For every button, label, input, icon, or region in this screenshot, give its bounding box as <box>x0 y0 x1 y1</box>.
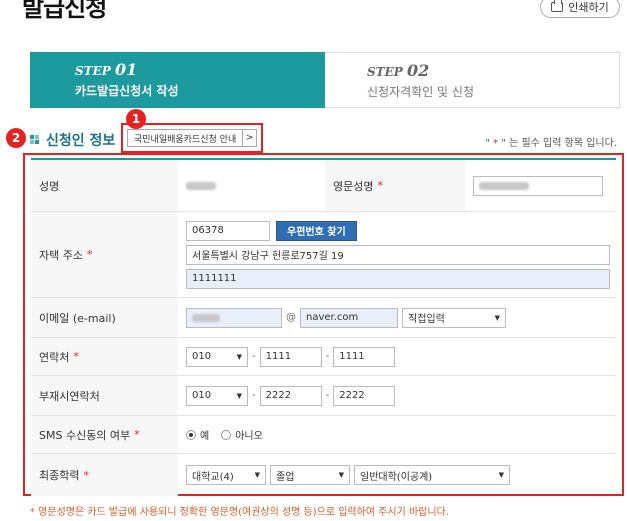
form-highlight-box: 성명 영문성명 * 자택 주소 * 06378 우편번호 찾기 서울특별시 강남구 … <box>23 153 624 496</box>
chevron-down-icon: ▼ <box>494 313 500 322</box>
address-input[interactable]: 서울특별시 강남구 헌릉로757길 19 <box>186 244 610 265</box>
step-1-number: 01 <box>114 60 138 79</box>
zipcode-input[interactable]: 06378 <box>186 220 270 241</box>
phone-middle-input[interactable]: 1111 <box>259 346 322 367</box>
eng-name-value <box>465 160 616 211</box>
email-domain-select[interactable]: 직접입력 ▼ <box>402 307 506 328</box>
sms-yes-radio[interactable] <box>186 429 196 440</box>
alt-phone-last-input[interactable]: 2222 <box>333 385 396 406</box>
at-sign: @ <box>286 312 296 323</box>
guide-highlight-box: 국민내일배움카드신청 안내 > <box>121 123 263 153</box>
graduation-status-select[interactable]: 졸업 ▼ <box>270 465 350 485</box>
guide-button-label: 국민내일배움카드신청 안내 <box>128 130 244 146</box>
applicant-form: 성명 영문성명 * 자택 주소 * 06378 우편번호 찾기 서울특별시 강남구 … <box>31 158 616 496</box>
callout-badge-2: 2 <box>6 128 26 148</box>
chevron-down-icon: ▼ <box>498 471 504 479</box>
print-button[interactable]: 인쇄하기 <box>540 0 620 18</box>
step-1-word: STEP <box>75 64 111 78</box>
sms-no-radio[interactable] <box>221 429 232 440</box>
address-label: 자택 주소 * <box>31 212 178 297</box>
address-row: 자택 주소 * 06378 우편번호 찾기 서울특별시 강남구 헌릉로757길 1… <box>31 212 616 298</box>
step-2-number: 02 <box>406 61 430 80</box>
email-domain-input[interactable]: naver.com <box>300 307 398 328</box>
masked-name <box>186 181 216 190</box>
sms-row: SMS 수신동의 여부 * 예 아니오 <box>31 416 616 454</box>
chevron-right-icon: > <box>245 133 254 143</box>
zipcode-search-button[interactable]: 우편번호 찾기 <box>276 220 357 241</box>
sms-yes-label: 예 <box>200 431 210 442</box>
print-label: 인쇄하기 <box>568 1 609 14</box>
email-label: 이메일 (e-mail) <box>31 298 178 337</box>
section-bullet-icon <box>30 135 40 145</box>
alt-phone-middle-input[interactable]: 2222 <box>259 385 322 406</box>
school-type-select[interactable]: 일반대학(이공계) ▼ <box>354 465 510 485</box>
education-level-select[interactable]: 대학교(4) ▼ <box>186 465 266 485</box>
sms-label: SMS 수신동의 여부 * <box>31 416 178 453</box>
email-id-input[interactable] <box>186 307 282 328</box>
step-indicator: STEP 01 카드발급신청서 작성 STEP 02 신청자격확인 및 신청 <box>30 52 620 108</box>
section-header: 신청인 정보 <box>30 130 115 150</box>
page-title: 발급신청 <box>22 0 107 22</box>
footer-note: * 영문성명은 카드 발급에 사용되니 정확한 영문명(여권상의 성명 등)으로… <box>30 507 449 518</box>
phone-prefix-select[interactable]: 010 ▼ <box>186 346 248 367</box>
email-row: 이메일 (e-mail) @ naver.com 직접입력 ▼ <box>31 298 616 338</box>
section-title: 신청인 정보 <box>46 133 116 149</box>
education-label: 최종학력 * <box>31 454 178 496</box>
required-note: " * " 는 필수 입력 항목 입니다. <box>485 138 617 149</box>
phone-row: 연락처 * 010 ▼ - 1111 - 1111 <box>31 338 616 376</box>
chevron-down-icon: ▼ <box>254 471 260 479</box>
eng-name-input[interactable] <box>473 175 603 196</box>
alt-phone-prefix-select[interactable]: 010 ▼ <box>186 385 248 406</box>
callout-badge-1: 1 <box>126 109 146 129</box>
phone-last-input[interactable]: 1111 <box>333 346 396 367</box>
guide-button[interactable]: 국민내일배움카드신청 안내 > <box>127 129 257 147</box>
step-2: STEP 02 신청자격확인 및 신청 <box>325 52 620 108</box>
eng-name-label: 영문성명 * <box>325 160 465 211</box>
phone-label: 연락처 * <box>31 338 178 375</box>
step-2-word: STEP <box>367 65 403 79</box>
alt-phone-row: 부재시연락처 010 ▼ - 2222 - 2222 <box>31 376 616 416</box>
chevron-down-icon: ▼ <box>338 471 344 479</box>
name-row: 성명 영문성명 * <box>31 160 616 212</box>
step-1-label: 카드발급신청서 작성 <box>75 84 179 98</box>
name-value <box>178 160 325 211</box>
chevron-down-icon: ▼ <box>236 391 242 400</box>
step-1: STEP 01 카드발급신청서 작성 <box>30 52 347 108</box>
sms-no-label: 아니오 <box>235 431 263 442</box>
alt-phone-label: 부재시연락처 <box>31 376 178 415</box>
address-detail-input[interactable]: 1111111 <box>186 268 610 289</box>
education-row: 최종학력 * 대학교(4) ▼ 졸업 ▼ 일반대학(이공계) ▼ <box>31 454 616 496</box>
name-label: 성명 <box>31 160 178 211</box>
step-2-label: 신청자격확인 및 신청 <box>367 85 474 99</box>
chevron-down-icon: ▼ <box>236 352 242 361</box>
printer-icon <box>551 0 564 12</box>
